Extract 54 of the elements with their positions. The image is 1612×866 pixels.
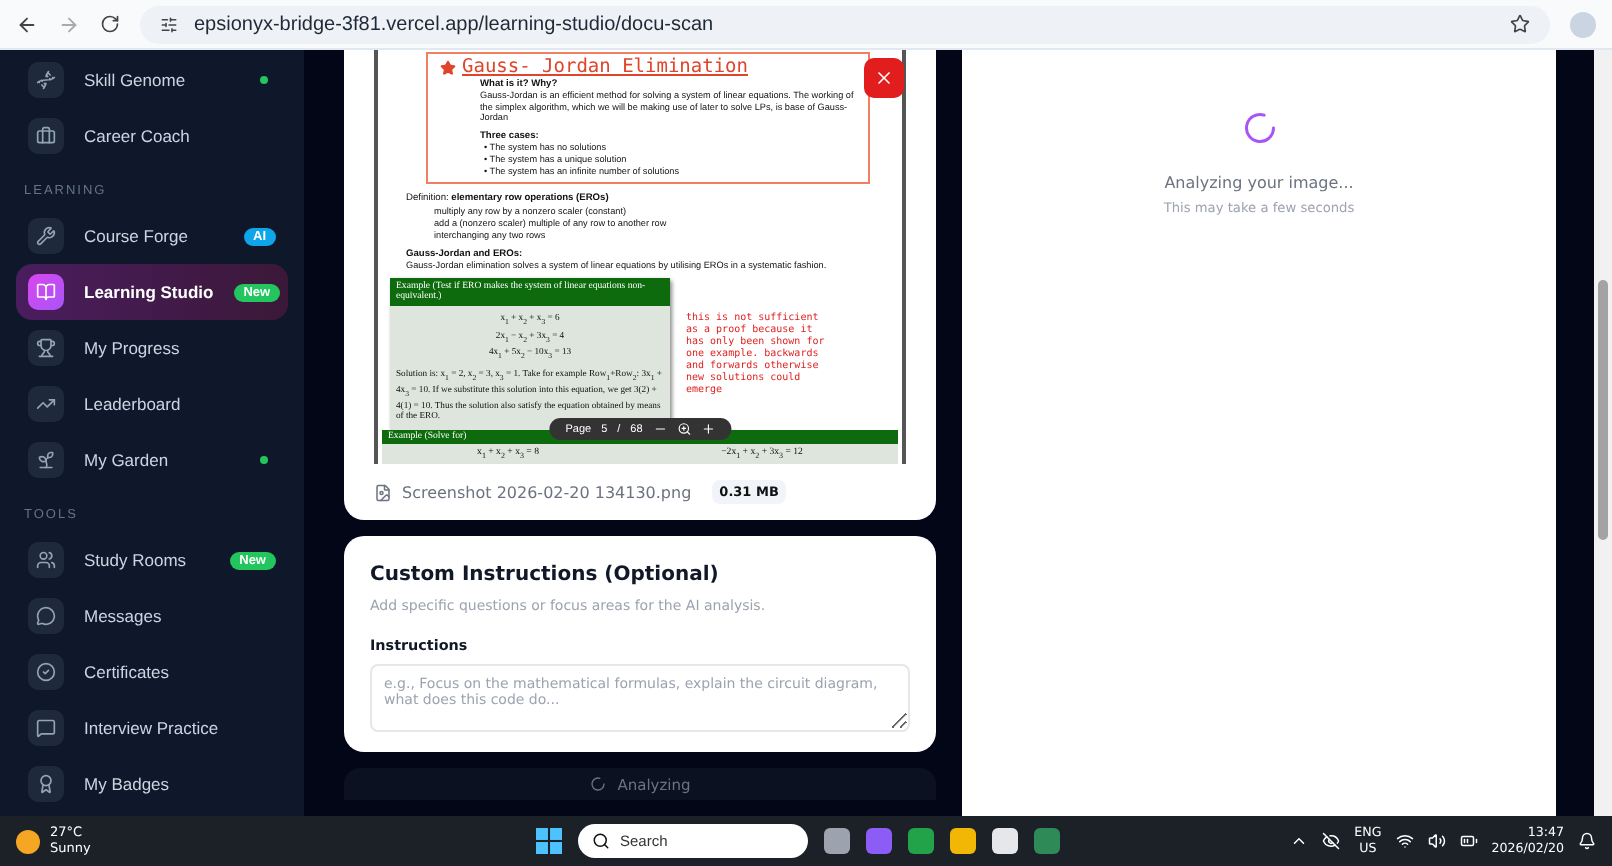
sidebar-item-icon <box>28 274 64 310</box>
search-icon <box>592 832 610 850</box>
spinner-icon <box>589 776 606 792</box>
reload-icon[interactable] <box>100 14 120 34</box>
start-icon[interactable] <box>536 828 562 854</box>
chevron-up-icon[interactable] <box>1290 832 1309 850</box>
card-title: Custom Instructions (Optional) <box>370 564 721 586</box>
notification-icon[interactable] <box>1578 832 1596 850</box>
sidebar-item-icon <box>28 118 64 154</box>
eye-off-icon[interactable] <box>1322 832 1341 850</box>
app-icon[interactable] <box>866 828 892 854</box>
file-name: Screenshot 2026-02-20 134130.png <box>402 483 692 501</box>
task-view-icon[interactable] <box>824 828 850 854</box>
browser-icon[interactable] <box>1034 828 1060 854</box>
sidebar-item[interactable]: My Garden <box>16 432 288 488</box>
battery-icon[interactable] <box>1459 832 1478 850</box>
sidebar-item[interactable]: Career Coach <box>16 108 288 164</box>
sidebar-item[interactable]: Leaderboard <box>16 376 288 432</box>
sidebar-item-icon <box>28 442 64 478</box>
browser-icon[interactable] <box>908 828 934 854</box>
folder-icon[interactable] <box>950 828 976 854</box>
store-icon[interactable] <box>992 828 1018 854</box>
sidebar-item-icon <box>28 62 64 98</box>
sun-icon <box>16 829 40 853</box>
document-title: Gauss- Jordan Elimination <box>462 56 748 78</box>
status-title: Analyzing your image... <box>1164 174 1354 192</box>
speaker-icon[interactable] <box>1427 832 1446 850</box>
sidebar-item-icon <box>28 542 64 578</box>
sidebar-item-icon <box>28 218 64 254</box>
zoom-icon[interactable] <box>676 422 691 436</box>
close-icon <box>874 68 894 88</box>
scrollbar[interactable] <box>1594 50 1612 816</box>
sidebar-item[interactable]: Skill Genome <box>16 52 288 108</box>
wifi-icon[interactable] <box>1395 832 1414 850</box>
sidebar-item-icon <box>28 330 64 366</box>
site-settings-icon[interactable] <box>160 15 178 33</box>
sidebar-item-icon <box>28 710 64 746</box>
zoom-out-icon[interactable] <box>652 422 667 436</box>
sidebar-item-icon <box>28 766 64 802</box>
bookmark-star-icon[interactable] <box>1510 14 1530 34</box>
sidebar-item[interactable]: My Progress <box>16 320 288 376</box>
star-icon <box>440 59 456 75</box>
sidebar-item-icon <box>28 386 64 422</box>
sidebar-item[interactable]: My Badges <box>16 756 288 812</box>
address-bar[interactable]: epsionyx-bridge-3f81.vercel.app/learning-studio/docu-scan <box>140 5 1550 43</box>
sidebar-item[interactable]: Interview Practice <box>16 700 288 756</box>
sidebar-item[interactable]: Messages <box>16 588 288 644</box>
sidebar-item-icon <box>28 654 64 690</box>
sidebar-item-icon <box>28 598 64 634</box>
zoom-in-icon[interactable] <box>700 422 715 436</box>
back-icon[interactable] <box>16 13 38 35</box>
image-file-icon <box>374 483 392 501</box>
sidebar-item[interactable]: Certificates <box>16 644 288 700</box>
close-button[interactable] <box>864 58 904 98</box>
